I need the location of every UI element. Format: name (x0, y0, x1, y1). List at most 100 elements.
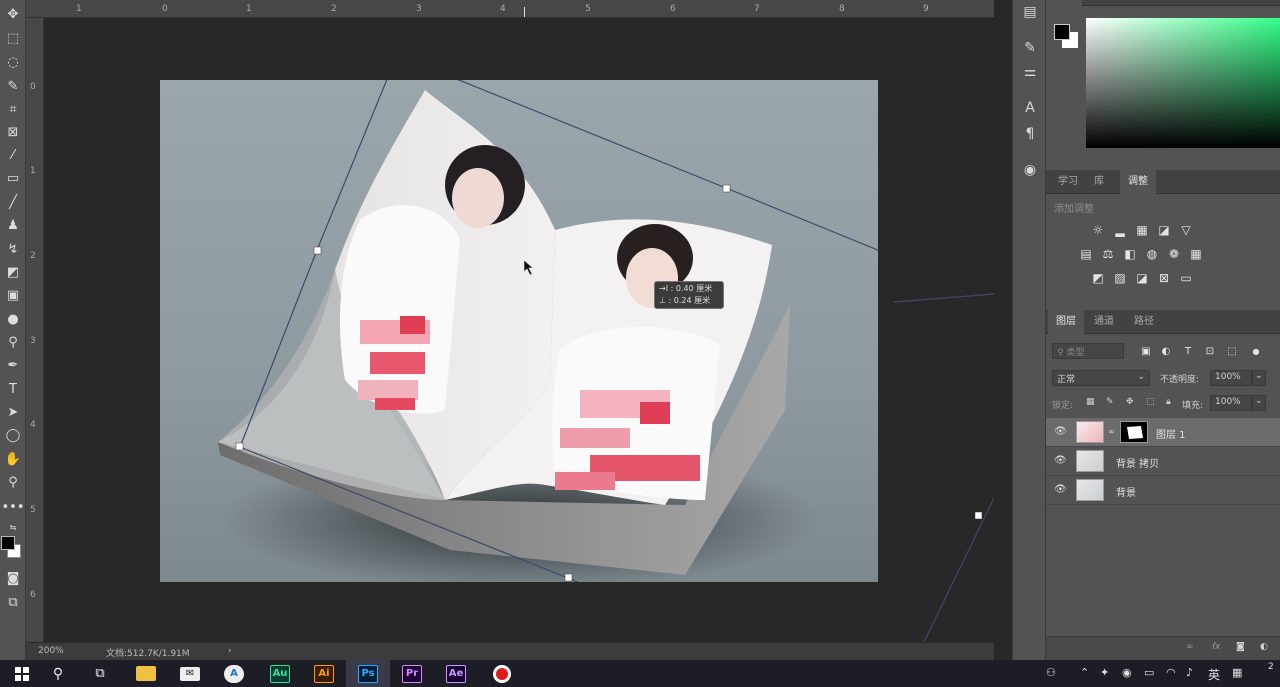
clock[interactable]: 2 (1268, 662, 1274, 672)
tab-swatches[interactable]: 色板 (1086, 0, 1122, 6)
fill-dropdown[interactable]: ⌄ (1252, 395, 1266, 411)
paragraph-panel-icon[interactable]: ¶ (1020, 124, 1040, 144)
filter-pixel-icon[interactable]: ▣ (1138, 343, 1154, 359)
color-picker-field[interactable] (1086, 18, 1280, 148)
mail-icon[interactable]: ✉ (168, 660, 212, 687)
clone-stamp-tool-icon[interactable]: ♟ (2, 215, 24, 235)
libraries-icon[interactable]: ◉ (1020, 160, 1040, 180)
visibility-eye-icon[interactable]: 👁︎ (1054, 426, 1067, 437)
tab-layers[interactable]: 图层 (1048, 310, 1084, 334)
tab-adjustments[interactable]: 调整 (1120, 170, 1156, 194)
dodge-tool-icon[interactable]: ⚲ (2, 332, 24, 352)
tab-channels[interactable]: 通道 (1086, 310, 1122, 334)
transform-handle[interactable] (974, 511, 983, 520)
lock-pixels-icon[interactable]: ✎ (1106, 397, 1114, 407)
visibility-eye-icon[interactable]: 👁︎ (1054, 484, 1067, 495)
quick-mask-icon[interactable]: ◙ (2, 568, 24, 588)
layer-mask-thumbnail[interactable] (1120, 421, 1148, 443)
color-lookup-icon[interactable]: ▦ (1188, 246, 1204, 262)
selective-color-icon[interactable]: ⊠ (1156, 270, 1172, 286)
black-white-icon[interactable]: ◧ (1122, 246, 1138, 262)
layer-filter-input[interactable]: ⚲ 类型 (1052, 343, 1124, 359)
move-tool-icon[interactable]: ✥ (2, 4, 24, 24)
ime-mode-icon[interactable]: ▦ (1232, 666, 1242, 679)
crop-tool-icon[interactable]: ⌗ (2, 99, 24, 119)
properties-icon[interactable]: ⚌ (1020, 62, 1040, 82)
hand-tool-icon[interactable]: ✋ (2, 449, 24, 469)
screen-recorder-icon[interactable] (480, 660, 524, 687)
filter-smart-icon[interactable]: ⬚ (1224, 343, 1240, 359)
tab-color[interactable]: 颜色 (1046, 0, 1082, 6)
swap-colors-icon[interactable]: ⇆ (2, 517, 24, 537)
layer-name[interactable]: 背景 拷贝 (1116, 455, 1159, 470)
illustrator-app[interactable]: Ai (302, 660, 346, 687)
channel-mixer-icon[interactable]: ❁ (1166, 246, 1182, 262)
tab-learn[interactable]: 学习 (1050, 170, 1086, 194)
frame-tool-icon[interactable]: ⊠ (2, 122, 24, 142)
filter-toggle-icon[interactable]: ● (1248, 343, 1264, 359)
posterize-icon[interactable]: ▨ (1112, 270, 1128, 286)
wifi-icon[interactable]: ◠ (1166, 666, 1176, 679)
fx-icon[interactable]: fx (1212, 642, 1221, 652)
color-balance-icon[interactable]: ⚖ (1100, 246, 1116, 262)
brush-tool-icon[interactable]: ╱ (2, 192, 24, 212)
status-menu-arrow[interactable]: › (228, 646, 232, 656)
fill-input[interactable]: 100% (1210, 395, 1252, 411)
opacity-dropdown[interactable]: ⌄ (1252, 370, 1266, 386)
after-effects-app[interactable]: Ae (434, 660, 478, 687)
zoom-tool-icon[interactable]: ⚲ (2, 472, 24, 492)
photo-filter-icon[interactable]: ◍ (1144, 246, 1160, 262)
people-icon[interactable]: ⚇ (1046, 666, 1056, 679)
eraser-tool-icon[interactable]: ◩ (2, 262, 24, 282)
tab-paths[interactable]: 路径 (1126, 310, 1162, 334)
audition-app[interactable]: Au (258, 660, 302, 687)
blend-mode-select[interactable]: 正常 ⌄ (1052, 370, 1150, 386)
layer-name[interactable]: 背景 (1116, 484, 1136, 499)
filter-shape-icon[interactable]: ⊡ (1202, 343, 1218, 359)
battery-icon[interactable]: ▭ (1144, 666, 1154, 679)
canvas-area[interactable]: →I : 0.40 厘米 ⊥ : 0.24 厘米 (44, 18, 994, 642)
character-panel-icon[interactable]: A (1020, 98, 1040, 118)
history-brush-tool-icon[interactable]: ↯ (2, 239, 24, 259)
lock-position-icon[interactable]: ✥ (1126, 397, 1134, 407)
gradient-map-icon[interactable]: ▭ (1178, 270, 1194, 286)
curves-icon[interactable]: ▦ (1134, 222, 1150, 238)
levels-icon[interactable]: ▂ (1112, 222, 1128, 238)
invert-icon[interactable]: ◩ (1090, 270, 1106, 286)
visibility-eye-icon[interactable]: 👁︎ (1054, 455, 1067, 466)
healing-brush-tool-icon[interactable]: ▭ (2, 168, 24, 188)
layer-name[interactable]: 图层 1 (1156, 426, 1186, 441)
vibrance-icon[interactable]: ▽ (1178, 222, 1194, 238)
tray-expand-icon[interactable]: ⌃ (1080, 666, 1089, 679)
security-icon[interactable]: ◉ (1122, 666, 1132, 679)
layer-row[interactable]: 👁︎ 背景 (1046, 476, 1280, 505)
ime-indicator[interactable]: 英 (1208, 666, 1220, 683)
history-panel-icon[interactable]: ▤ (1020, 2, 1040, 22)
marquee-tool-icon[interactable]: ⬚ (2, 28, 24, 48)
eyedropper-tool-icon[interactable]: ⁄ (2, 145, 24, 165)
threshold-icon[interactable]: ◪ (1134, 270, 1150, 286)
lock-transparent-icon[interactable]: ▦ (1086, 397, 1095, 407)
hue-saturation-icon[interactable]: ▤ (1078, 246, 1094, 262)
quick-select-tool-icon[interactable]: ✎ (2, 76, 24, 96)
filter-type-icon[interactable]: T (1180, 343, 1196, 359)
foreground-color-swatch[interactable] (1, 536, 15, 550)
ellipse-tool-icon[interactable]: ◯ (2, 425, 24, 445)
gradient-tool-icon[interactable]: ▣ (2, 285, 24, 305)
type-tool-icon[interactable]: T (2, 379, 24, 399)
volume-icon[interactable]: ♪ (1186, 666, 1193, 679)
layer-row[interactable]: 👁︎ 背景 拷贝 (1046, 447, 1280, 476)
file-explorer-icon[interactable] (124, 660, 168, 687)
brightness-icon[interactable]: ☼ (1090, 222, 1106, 238)
photoshop-app[interactable]: Ps (346, 660, 390, 687)
layer-row[interactable]: 👁︎ ∞ 图层 1 (1046, 418, 1280, 447)
exposure-icon[interactable]: ◪ (1156, 222, 1172, 238)
tray-app-icon[interactable]: ✦ (1100, 666, 1109, 679)
color-fg-swatch[interactable] (1054, 24, 1070, 40)
brush-settings-icon[interactable]: ✎ (1020, 38, 1040, 58)
screen-mode-icon[interactable]: ⧉ (2, 592, 24, 612)
zoom-level[interactable]: 200% (38, 646, 64, 656)
link-layers-icon[interactable]: ∞ (1186, 642, 1194, 652)
path-selection-tool-icon[interactable]: ➤ (2, 402, 24, 422)
task-view-icon[interactable]: ⧉ (78, 660, 122, 687)
